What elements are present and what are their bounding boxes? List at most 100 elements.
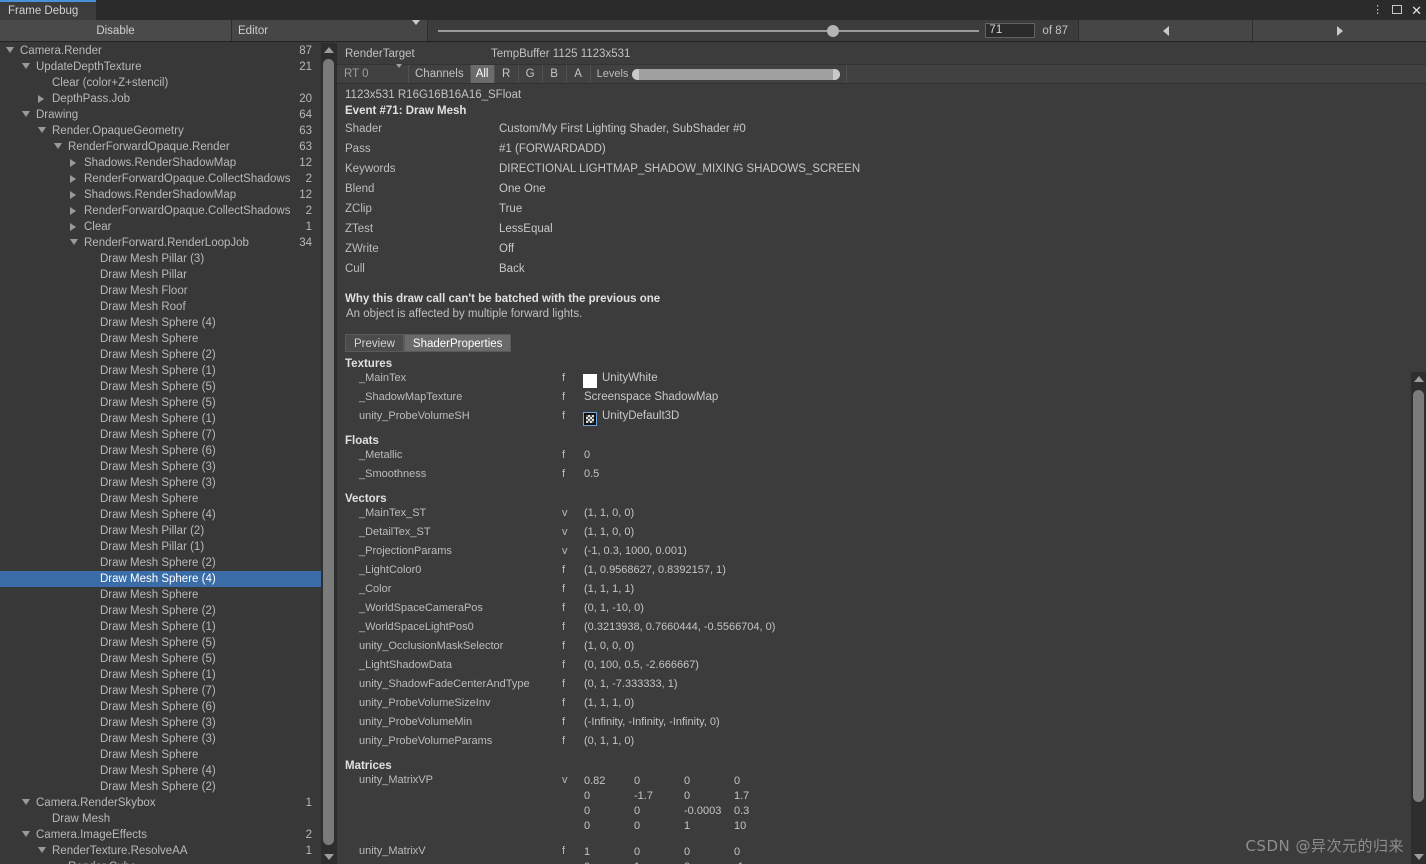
property-name: _ShadowMapTexture xyxy=(359,391,463,403)
tree-row[interactable]: Draw Mesh Sphere (1) xyxy=(0,619,320,635)
tree-row[interactable]: Draw Mesh Sphere (3) xyxy=(0,715,320,731)
tree-row[interactable]: Draw Mesh Pillar (3) xyxy=(0,251,320,267)
tree-row[interactable]: Clear (color+Z+stencil) xyxy=(0,75,320,91)
channel-button-b[interactable]: B xyxy=(543,65,567,83)
scroll-up-icon[interactable] xyxy=(323,47,334,53)
tree-row[interactable]: Draw Mesh Sphere (4) xyxy=(0,315,320,331)
channel-button-g[interactable]: G xyxy=(519,65,543,83)
tree-row[interactable]: RenderForward.RenderLoopJob 34 xyxy=(0,235,320,251)
tree-row[interactable]: Draw Mesh Pillar (2) xyxy=(0,523,320,539)
tree-row[interactable]: Render.OpaqueGeometry 63 xyxy=(0,123,320,139)
tab-shader-properties[interactable]: ShaderProperties xyxy=(403,334,512,352)
tree-row[interactable]: Render Cube xyxy=(0,859,320,864)
tree-row[interactable]: Clear 1 xyxy=(0,219,320,235)
detail-scrollbar[interactable] xyxy=(1411,372,1426,864)
tree-row[interactable]: Draw Mesh Sphere (7) xyxy=(0,427,320,443)
tree-row[interactable]: Drawing 64 xyxy=(0,107,320,123)
tree-row[interactable]: Camera.Render 87 xyxy=(0,43,320,59)
tree-row[interactable]: Draw Mesh Sphere xyxy=(0,587,320,603)
foldout-open-icon[interactable] xyxy=(54,143,62,149)
tree-row[interactable]: RenderForwardOpaque.CollectShadows 2 xyxy=(0,203,320,219)
foldout-open-icon[interactable] xyxy=(22,799,30,805)
tree-row[interactable]: Draw Mesh Sphere (3) xyxy=(0,731,320,747)
floats-section-header: Floats xyxy=(345,435,379,447)
foldout-closed-icon[interactable] xyxy=(70,175,76,183)
tree-row[interactable]: Shadows.RenderShadowMap 12 xyxy=(0,187,320,203)
disable-button[interactable]: Disable xyxy=(0,20,232,41)
tree-row[interactable]: Draw Mesh Sphere (6) xyxy=(0,443,320,459)
tree-row[interactable]: Draw Mesh Sphere (2) xyxy=(0,347,320,363)
close-icon[interactable]: ✕ xyxy=(1411,4,1422,17)
rt-selector-dropdown[interactable]: RT 0 xyxy=(337,64,409,83)
tab-frame-debug[interactable]: Frame Debug xyxy=(0,0,96,20)
event-slider[interactable] xyxy=(438,24,980,37)
channel-button-a[interactable]: A xyxy=(567,65,591,83)
foldout-open-icon[interactable] xyxy=(22,111,30,117)
foldout-closed-icon[interactable] xyxy=(38,95,44,103)
tree-row[interactable]: Draw Mesh xyxy=(0,811,320,827)
tree-row[interactable]: Draw Mesh Sphere (5) xyxy=(0,635,320,651)
tree-row[interactable]: Draw Mesh Pillar (1) xyxy=(0,539,320,555)
tree-row[interactable]: Draw Mesh Pillar xyxy=(0,267,320,283)
tree-row[interactable]: UpdateDepthTexture 21 xyxy=(0,59,320,75)
foldout-open-icon[interactable] xyxy=(38,847,46,853)
tab-preview[interactable]: Preview xyxy=(345,334,404,352)
tree-row[interactable]: Draw Mesh Sphere (4) xyxy=(0,571,328,587)
tree-scrollbar[interactable] xyxy=(321,43,336,864)
tree-row[interactable]: Draw Mesh Sphere (2) xyxy=(0,555,320,571)
foldout-closed-icon[interactable] xyxy=(70,159,76,167)
tree-scrollbar-thumb[interactable] xyxy=(323,59,334,845)
tree-row[interactable]: Draw Mesh Sphere (1) xyxy=(0,411,320,427)
tree-row[interactable]: Draw Mesh Sphere (5) xyxy=(0,651,320,667)
tree-row-label: Draw Mesh Sphere (6) xyxy=(100,701,216,713)
kebab-menu-icon[interactable]: ⋮ xyxy=(1372,4,1383,16)
tree-row[interactable]: Draw Mesh Sphere (4) xyxy=(0,507,320,523)
channel-button-all[interactable]: All xyxy=(470,65,495,83)
levels-slider[interactable] xyxy=(632,68,841,80)
foldout-open-icon[interactable] xyxy=(22,831,30,837)
event-index-input[interactable]: 71 xyxy=(985,23,1036,38)
scroll-down-icon[interactable] xyxy=(323,854,334,860)
tree-row[interactable]: Draw Mesh Sphere (3) xyxy=(0,475,320,491)
maximize-icon[interactable] xyxy=(1392,4,1403,16)
detail-scrollbar-thumb[interactable] xyxy=(1413,390,1424,802)
tree-row[interactable]: RenderTexture.ResolveAA 1 xyxy=(0,843,320,859)
next-event-button[interactable] xyxy=(1252,20,1426,41)
foldout-open-icon[interactable] xyxy=(6,47,14,53)
foldout-closed-icon[interactable] xyxy=(70,223,76,231)
scroll-up-icon[interactable] xyxy=(1413,376,1424,382)
tree-row[interactable]: Draw Mesh Sphere (3) xyxy=(0,459,320,475)
tree-row[interactable]: Draw Mesh Floor xyxy=(0,283,320,299)
tree-row[interactable]: Draw Mesh Sphere (6) xyxy=(0,699,320,715)
tree-row[interactable]: Draw Mesh Roof xyxy=(0,299,320,315)
scroll-down-icon[interactable] xyxy=(1413,854,1424,860)
foldout-open-icon[interactable] xyxy=(22,63,30,69)
foldout-open-icon[interactable] xyxy=(38,127,46,133)
tree-row[interactable]: Draw Mesh Sphere (5) xyxy=(0,379,320,395)
event-tree-panel[interactable]: Camera.Render 87 UpdateDepthTexture 21 Clear… xyxy=(0,43,336,864)
tree-row[interactable]: Draw Mesh Sphere (1) xyxy=(0,667,320,683)
foldout-closed-icon[interactable] xyxy=(70,207,76,215)
tree-row[interactable]: Draw Mesh Sphere (4) xyxy=(0,763,320,779)
tree-row[interactable]: Draw Mesh Sphere (2) xyxy=(0,603,320,619)
prev-event-button[interactable] xyxy=(1078,20,1252,41)
tree-row[interactable]: Draw Mesh Sphere (1) xyxy=(0,363,320,379)
tree-row[interactable]: Draw Mesh Sphere (5) xyxy=(0,395,320,411)
tree-row[interactable]: RenderForwardOpaque.CollectShadows 2 xyxy=(0,171,320,187)
event-slider-knob[interactable] xyxy=(826,24,839,37)
tree-row[interactable]: Camera.RenderSkybox 1 xyxy=(0,795,320,811)
render-target-header: RenderTarget TempBuffer 1125 1123x531 xyxy=(337,43,1426,64)
tree-row[interactable]: Draw Mesh Sphere xyxy=(0,331,320,347)
tree-row[interactable]: DepthPass.Job 20 xyxy=(0,91,320,107)
tree-row[interactable]: Draw Mesh Sphere (2) xyxy=(0,779,320,795)
foldout-open-icon[interactable] xyxy=(70,239,78,245)
tree-row[interactable]: RenderForwardOpaque.Render 63 xyxy=(0,139,320,155)
tree-row[interactable]: Shadows.RenderShadowMap 12 xyxy=(0,155,320,171)
tree-row[interactable]: Draw Mesh Sphere xyxy=(0,491,320,507)
context-dropdown[interactable]: Editor xyxy=(232,19,428,41)
tree-row[interactable]: Camera.ImageEffects 2 xyxy=(0,827,320,843)
channel-button-r[interactable]: R xyxy=(495,65,519,83)
tree-row[interactable]: Draw Mesh Sphere (7) xyxy=(0,683,320,699)
tree-row[interactable]: Draw Mesh Sphere xyxy=(0,747,320,763)
foldout-closed-icon[interactable] xyxy=(70,191,76,199)
